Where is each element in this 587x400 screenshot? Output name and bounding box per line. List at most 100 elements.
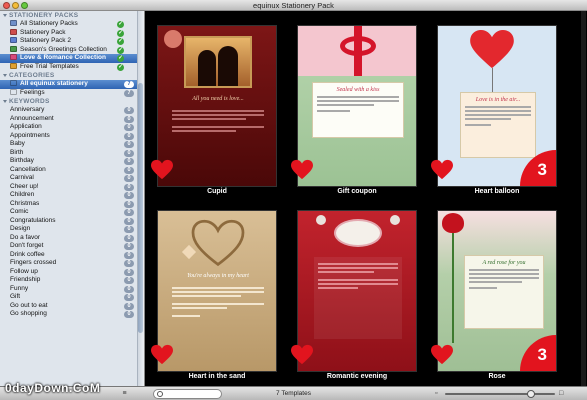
installed-check-icon: ✓ [117,46,124,54]
sidebar-item-pack[interactable]: Season's Greetings Collection ✓ [0,45,144,55]
sidebar-item-label: Do a favor [10,233,40,241]
disclosure-triangle-icon [3,74,7,77]
sidebar-item-keyword[interactable]: Appointments 0 [0,132,144,141]
gallery-scrollbar[interactable] [581,11,586,386]
template-thumbnail[interactable] [297,210,417,372]
close-button[interactable] [3,2,10,9]
sidebar-item-category[interactable]: Feelings 7 [0,88,144,98]
template-card-romantic-evening[interactable]: Romantic evening [291,210,417,381]
sidebar-item-keyword[interactable]: Design 0 [0,225,144,234]
zoom-out-icon[interactable]: ▫ [435,390,437,397]
scrollbar-thumb[interactable] [138,83,143,333]
template-heading: You're always in my heart [187,273,249,279]
sidebar-item-keyword[interactable]: Go out to eat 0 [0,302,144,311]
zoom-track[interactable] [445,393,555,395]
sidebar-item-pack[interactable]: Love & Romance Collection ✓ [0,54,144,63]
template-thumbnail[interactable]: A red rose for you 3 [437,210,557,372]
stationery-pack-icon [10,37,17,43]
sidebar-item-keyword[interactable]: Cancellation 0 [0,166,144,175]
sidebar-item-keyword[interactable]: Carnival 0 [0,174,144,183]
sidebar-item-keyword[interactable]: Comic 0 [0,208,144,217]
zoom-slider[interactable]: ▫ □ [435,389,565,399]
watermark: 0dayDown.CoM [5,381,101,395]
minimize-button[interactable] [12,2,19,9]
sidebar-item-keyword[interactable]: Fingers crossed 0 [0,259,144,268]
sidebar-item-keyword[interactable]: Do a favor 0 [0,234,144,243]
sidebar-item-keyword[interactable]: Go shopping 0 [0,310,144,319]
sidebar-resize-handle[interactable]: ≡ [120,389,129,398]
template-card-cupid[interactable]: All you need is love... Cupid [151,25,277,196]
sidebar-item-keyword[interactable]: Follow up 0 [0,268,144,277]
template-thumbnail[interactable]: You're always in my heart [157,210,277,372]
count-badge: 0 [124,132,134,140]
sidebar-item-label: Children [10,191,35,198]
sand-heart-icon [191,219,245,267]
sidebar-item-keyword[interactable]: Anniversary 0 [0,106,144,115]
sidebar-item-keyword[interactable]: Birth 0 [0,149,144,158]
sidebar-item-pack[interactable]: Stationery Pack 2 ✓ [0,37,144,46]
count-badge: 0 [124,311,134,318]
template-thumbnail[interactable]: Sealed with a kiss [297,25,417,187]
sidebar-item-pack[interactable]: Stationery Pack ✓ [0,28,144,38]
sidebar-item-label: Carnival [10,174,34,181]
sidebar-item-keyword[interactable]: Friendship 0 [0,276,144,285]
count-badge: 0 [124,158,134,165]
zoom-in-icon[interactable]: □ [559,390,563,397]
keywords-header[interactable]: KEYWORDS [0,97,144,106]
template-label: Heart balloon [474,188,520,195]
installed-check-icon: ✓ [117,38,124,45]
plate-icon [334,219,382,247]
sidebar-item-keyword[interactable]: Funny 0 [0,285,144,294]
sidebar-item-keyword[interactable]: Application 0 [0,123,144,132]
sidebar-item-keyword[interactable]: Baby 0 [0,140,144,149]
installed-check-icon: ✓ [117,29,124,37]
stationery-pack-icon [10,45,17,52]
sidebar-scrollbar[interactable] [137,11,144,386]
sidebar-item-pack[interactable]: All Stationery Packs ✓ [0,20,144,29]
balloon-heart-icon [470,30,514,69]
sidebar-item-keyword[interactable]: Drink coffee 0 [0,251,144,260]
disclosure-triangle-icon [3,14,7,17]
sidebar-item-keyword[interactable]: Christmas 0 [0,200,144,209]
template-heading: Love is in the air... [475,97,521,103]
rose-icon [442,213,464,233]
template-label: Cupid [207,188,227,195]
sidebar-item-label: Stationery Pack [20,28,66,36]
template-card-gift-coupon[interactable]: Sealed with a kiss Gift coupon [291,25,417,196]
evening-letter [314,257,402,339]
window-title: equinux Stationery Pack [253,1,334,10]
template-thumbnail[interactable]: All you need is love... [157,25,277,187]
sidebar-item-keyword[interactable]: Gift 0 [0,293,144,302]
count-badge: 0 [124,183,134,191]
zoom-knob[interactable] [526,390,535,398]
sidebar-item-keyword[interactable]: Announcement 0 [0,115,144,124]
cupid-figure-icon [164,30,182,48]
search-field[interactable] [153,389,222,399]
sidebar-item-keyword[interactable]: Birthday 0 [0,157,144,166]
stationery-pack-icon [10,54,17,60]
categories-header[interactable]: CATEGORIES [0,71,144,80]
sidebar-item-label: Cheer up! [10,182,39,190]
count-badge: 0 [124,107,134,114]
sidebar-item-keyword[interactable]: Congratulations 0 [0,217,144,226]
template-card-heart-balloon[interactable]: Love is in the air... 3 Heart balloon [431,25,557,196]
count-badge: 0 [124,217,134,225]
zoom-button[interactable] [21,2,28,9]
template-card-heart-in-the-sand[interactable]: You're always in my heart Heart in the s… [151,210,277,381]
packs-header[interactable]: STATIONERY PACKS [0,11,144,20]
sidebar-item-label: Baby [10,140,25,147]
sidebar-item-label: Go out to eat [10,301,48,309]
template-label: Gift coupon [337,188,377,195]
disclosure-triangle-icon [3,100,7,103]
sidebar-item-pack[interactable]: Free Trial Templates ✓ [0,62,144,72]
sidebar-item-label: Follow up [10,267,38,275]
sidebar-item-label: Cancellation [10,165,46,173]
sidebar-item-category[interactable]: All equinux stationery 7 [0,80,144,89]
sidebar-item-keyword[interactable]: Cheer up! 0 [0,183,144,192]
heart-icon [291,344,313,365]
template-card-rose[interactable]: A red rose for you 3 Rose [431,210,557,381]
sidebar-item-keyword[interactable]: Children 0 [0,191,144,200]
sidebar-item-keyword[interactable]: Don't forget 0 [0,242,144,251]
sidebar-item-label: Comic [10,208,29,215]
template-thumbnail[interactable]: Love is in the air... 3 [437,25,557,187]
